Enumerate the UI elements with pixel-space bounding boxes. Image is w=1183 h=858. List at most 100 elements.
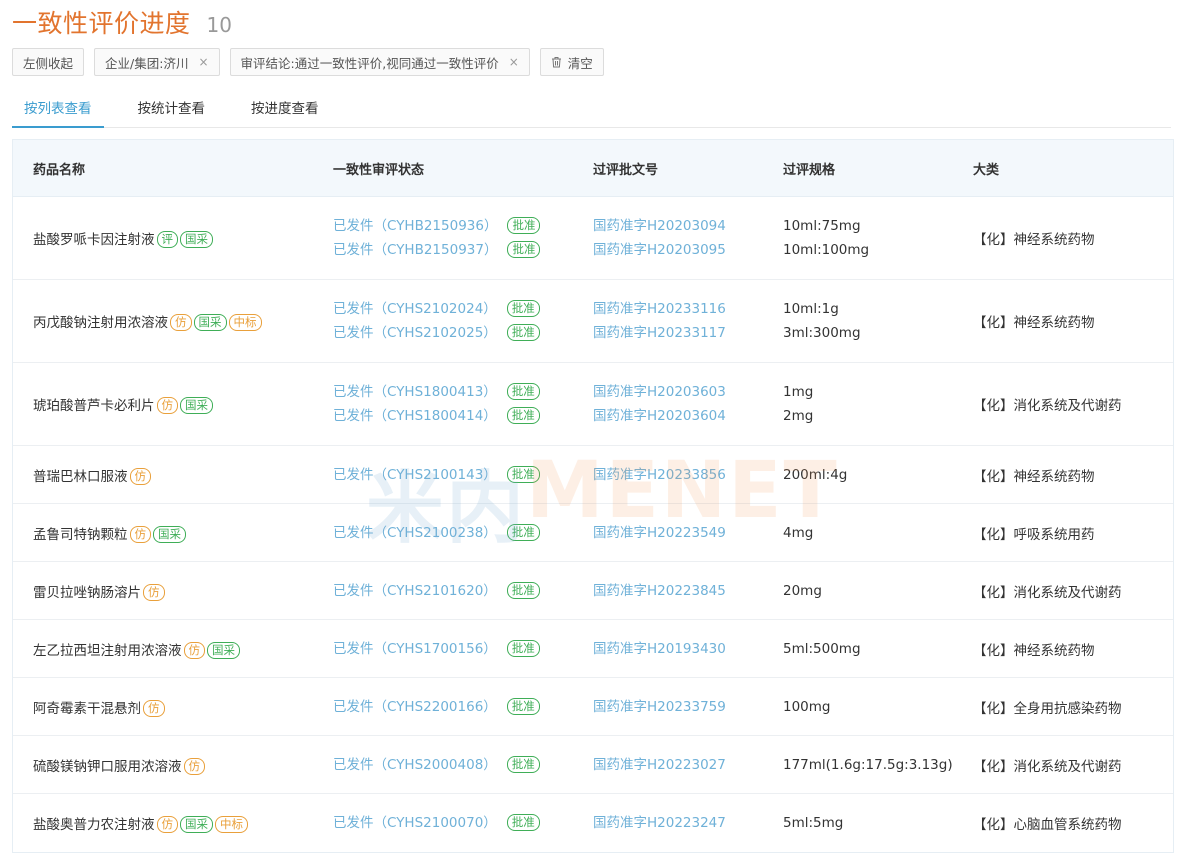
approval-number-link[interactable]: 国药准字H20223549 xyxy=(593,521,783,545)
drug-name[interactable]: 硫酸镁钠钾口服用浓溶液 xyxy=(33,759,182,775)
collapse-sidebar-button[interactable]: 左侧收起 xyxy=(12,48,85,76)
spec-cell: 5ml:500mg xyxy=(783,637,973,661)
drug-tag: 仿 xyxy=(143,699,165,717)
approval-number-cell: 国药准字H20233116 国药准字H20233117 xyxy=(593,297,783,345)
approval-number-link[interactable]: 国药准字H20203604 xyxy=(593,404,783,428)
approval-number-link[interactable]: 国药准字H20223845 xyxy=(593,579,783,603)
drug-name[interactable]: 普瑞巴林口服液 xyxy=(33,469,128,485)
drug-name-cell: 硫酸镁钠钾口服用浓溶液仿 xyxy=(13,755,333,775)
filter-chip-conclusion[interactable]: 审评结论:通过一致性评价,视同通过一致性评价 × xyxy=(229,48,530,76)
filter-chip-company[interactable]: 企业/集团:济川 × xyxy=(94,48,220,76)
column-header-category[interactable]: 大类 xyxy=(973,159,1173,178)
collapse-sidebar-label: 左侧收起 xyxy=(23,55,74,71)
approved-badge: 批准 xyxy=(506,407,540,424)
drug-name-cell: 丙戊酸钠注射用浓溶液仿国采 中标 xyxy=(13,311,333,331)
review-status-link[interactable]: 已发件（CYHB2150936） xyxy=(333,218,497,234)
table-row[interactable]: 阿奇霉素干混悬剂仿 已发件（CYHS2200166） 批准 国药准字H20233759… xyxy=(13,678,1173,736)
drug-name-cell: 琥珀酸普芦卡必利片仿国采 xyxy=(13,394,333,414)
review-status-link[interactable]: 已发件（CYHS2200166） xyxy=(333,699,497,715)
review-status-link[interactable]: 已发件（CYHS1800414） xyxy=(333,408,497,424)
drug-name[interactable]: 丙戊酸钠注射用浓溶液 xyxy=(33,315,168,331)
category-cell: 【化】心脑血管系统药物 xyxy=(973,813,1173,833)
page-title: 一致性评价进度 xyxy=(12,9,191,38)
category-cell: 【化】神经系统药物 xyxy=(973,465,1173,485)
review-status-link[interactable]: 已发件（CYHS1700156） xyxy=(333,641,497,657)
approval-number-link[interactable]: 国药准字H20193430 xyxy=(593,637,783,661)
table-row[interactable]: 琥珀酸普芦卡必利片仿国采 已发件（CYHS1800413） 批准 已发件（CYHS18… xyxy=(13,363,1173,446)
review-status-link[interactable]: 已发件（CYHS2100238） xyxy=(333,525,497,541)
drug-name[interactable]: 雷贝拉唑钠肠溶片 xyxy=(33,585,141,601)
review-status-line: 已发件（CYHS1800413） 批准 xyxy=(333,380,593,404)
review-status-line: 已发件（CYHS2100143） 批准 xyxy=(333,463,593,487)
drug-tag: 仿 xyxy=(183,757,205,775)
review-status-cell: 已发件（CYHB2150936） 批准 已发件（CYHB2150937） 批准 xyxy=(333,214,593,262)
category-value: 【化】消化系统及代谢药 xyxy=(973,758,1122,775)
review-status-link[interactable]: 已发件（CYHS2100070） xyxy=(333,815,497,831)
drug-name[interactable]: 盐酸奥普力农注射液 xyxy=(33,817,155,833)
approval-number-link[interactable]: 国药准字H20203603 xyxy=(593,380,783,404)
spec-value: 177ml(1.6g:17.5g:3.13g) xyxy=(783,756,953,773)
category-value: 【化】呼吸系统用药 xyxy=(973,526,1095,543)
table-row[interactable]: 硫酸镁钠钾口服用浓溶液仿已发件（CYHS2000408） 批准 国药准字H20223… xyxy=(13,736,1173,794)
approval-number-link[interactable]: 国药准字H20223027 xyxy=(593,753,783,777)
approval-number-link[interactable]: 国药准字H20223247 xyxy=(593,811,783,835)
drug-name[interactable]: 琥珀酸普芦卡必利片 xyxy=(33,398,155,414)
review-status-line: 已发件（CYHB2150936） 批准 xyxy=(333,214,593,238)
clear-filters-button[interactable]: 清空 xyxy=(539,48,604,76)
column-header-status[interactable]: 一致性审评状态 xyxy=(333,159,593,178)
result-count: 10 xyxy=(206,13,232,37)
tab-stats-view[interactable]: 按统计查看 xyxy=(126,92,218,128)
approval-number-cell: 国药准字H20193430 xyxy=(593,637,783,661)
drug-name[interactable]: 孟鲁司特钠颗粒 xyxy=(33,527,128,543)
approval-number-link[interactable]: 国药准字H20203095 xyxy=(593,238,783,262)
drug-name[interactable]: 盐酸罗哌卡因注射液 xyxy=(33,232,155,248)
table-row[interactable]: 丙戊酸钠注射用浓溶液仿国采 中标 已发件（CYHS2102024） 批准 已发件（CYH… xyxy=(13,280,1173,363)
table-row[interactable]: 孟鲁司特钠颗粒仿国采 已发件（CYHS2100238） 批准 国药准字H2022354… xyxy=(13,504,1173,562)
table-row[interactable]: 雷贝拉唑钠肠溶片仿已发件（CYHS2101620） 批准 国药准字H20223845… xyxy=(13,562,1173,620)
tab-progress-view[interactable]: 按进度查看 xyxy=(239,92,331,128)
tab-list-view[interactable]: 按列表查看 xyxy=(12,92,104,128)
review-status-link[interactable]: 已发件（CYHS2102025） xyxy=(333,325,497,341)
category-value: 【化】神经系统药物 xyxy=(973,468,1095,485)
column-header-approval-no[interactable]: 过评批文号 xyxy=(593,159,783,178)
review-status-link[interactable]: 已发件（CYHS1800413） xyxy=(333,384,497,400)
close-icon[interactable]: × xyxy=(509,55,519,69)
drug-name-cell: 左乙拉西坦注射用浓溶液仿国采 xyxy=(13,639,333,659)
table-header: 药品名称 一致性审评状态 过评批文号 过评规格 大类 xyxy=(13,140,1173,197)
table-row[interactable]: 盐酸罗哌卡因注射液评国采 已发件（CYHB2150936） 批准 已发件（CYHB21… xyxy=(13,197,1173,280)
approval-number-link[interactable]: 国药准字H20233856 xyxy=(593,463,783,487)
review-status-cell: 已发件（CYHS2102024） 批准 已发件（CYHS2102025） 批准 xyxy=(333,297,593,345)
drug-tag: 仿 xyxy=(129,525,151,543)
approved-badge: 批准 xyxy=(506,465,540,483)
table-row[interactable]: 左乙拉西坦注射用浓溶液仿国采 已发件（CYHS1700156） 批准 国药准字H201… xyxy=(13,620,1173,678)
spec-value: 4mg xyxy=(783,524,814,541)
column-header-name[interactable]: 药品名称 xyxy=(13,159,333,178)
drug-tag: 国采 xyxy=(193,314,227,331)
review-status-link[interactable]: 已发件（CYHS2100143） xyxy=(333,467,497,483)
filter-bar: 左侧收起 企业/集团:济川 × 审评结论:通过一致性评价,视同通过一致性评价 ×… xyxy=(12,48,604,76)
review-status-line: 已发件（CYHS2100070） 批准 xyxy=(333,811,593,835)
drug-tag: 国采 xyxy=(180,816,213,833)
review-status-link[interactable]: 已发件（CYHS2000408） xyxy=(333,757,497,773)
table-row[interactable]: 普瑞巴林口服液仿已发件（CYHS2100143） 批准 国药准字H20233856 2… xyxy=(13,446,1173,504)
column-header-spec[interactable]: 过评规格 xyxy=(783,159,973,178)
table-row[interactable]: 盐酸奥普力农注射液仿国采 中标 已发件（CYHS2100070） 批准 国药准字H202… xyxy=(13,794,1173,852)
drug-name-cell: 普瑞巴林口服液仿 xyxy=(13,465,333,485)
drug-name[interactable]: 阿奇霉素干混悬剂 xyxy=(33,701,141,717)
approval-number-link[interactable]: 国药准字H20203094 xyxy=(593,214,783,238)
approval-number-link[interactable]: 国药准字H20233117 xyxy=(593,321,783,345)
spec-value: 1mg xyxy=(783,384,814,400)
spec-cell: 177ml(1.6g:17.5g:3.13g) xyxy=(783,753,973,777)
review-status-link[interactable]: 已发件（CYHS2102024） xyxy=(333,301,497,317)
review-status-line: 已发件（CYHS2100238） 批准 xyxy=(333,521,593,545)
review-status-link[interactable]: 已发件（CYHS2101620） xyxy=(333,583,497,599)
drug-tag: 国采 xyxy=(207,641,240,659)
approval-number-link[interactable]: 国药准字H20233759 xyxy=(593,695,783,719)
review-status-link[interactable]: 已发件（CYHB2150937） xyxy=(333,242,497,258)
review-status-line: 已发件（CYHS2200166） 批准 xyxy=(333,695,593,719)
close-icon[interactable]: × xyxy=(198,55,208,69)
drug-name[interactable]: 左乙拉西坦注射用浓溶液 xyxy=(33,643,182,659)
spec-cell: 10ml:75mg 10ml:100mg xyxy=(783,214,973,262)
approved-badge: 批准 xyxy=(506,581,540,599)
approval-number-link[interactable]: 国药准字H20233116 xyxy=(593,297,783,321)
